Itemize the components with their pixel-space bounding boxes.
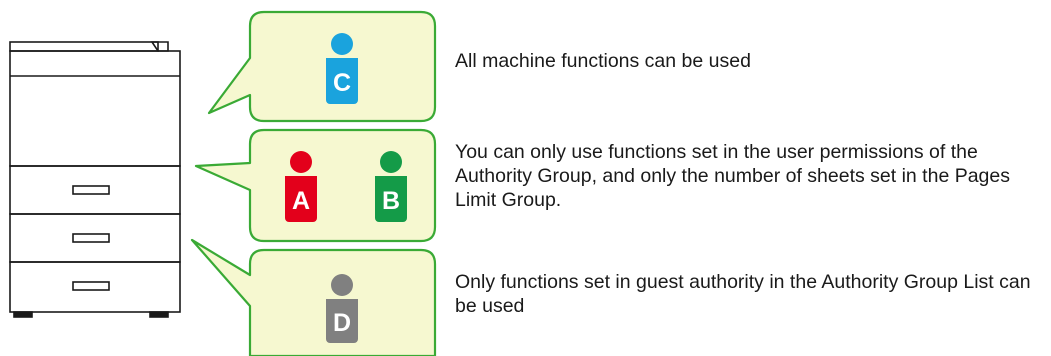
printer-foot-right — [149, 311, 169, 318]
bubble-d — [190, 238, 437, 356]
user-b-letter: B — [382, 187, 400, 215]
printer-illustration — [9, 41, 181, 318]
user-c-head — [331, 33, 353, 55]
user-b-head — [380, 151, 402, 173]
description-user-d: Only functions set in guest authority in… — [455, 271, 1031, 317]
printer-drawer-2-handle — [72, 233, 110, 243]
printer-drawer-2 — [9, 213, 181, 263]
printer-drawer-1-handle — [72, 185, 110, 195]
user-d-head — [331, 274, 353, 296]
printer-foot-left — [13, 311, 33, 318]
bubble-c — [207, 10, 437, 123]
user-a-letter: A — [292, 187, 310, 215]
user-d-letter: D — [333, 309, 351, 337]
printer-scanner-lid-tab — [150, 41, 169, 52]
description-user-c: All machine functions can be used — [455, 50, 751, 72]
printer-drawer-1 — [9, 165, 181, 215]
printer-body — [9, 50, 181, 167]
user-c-letter: C — [333, 69, 351, 97]
description-users-a-b: You can only use functions set in the us… — [455, 141, 1010, 211]
user-a-head — [290, 151, 312, 173]
printer-drawer-3-handle — [72, 281, 110, 291]
printer-scanner-lid — [9, 41, 159, 52]
printer-drawer-3 — [9, 261, 181, 313]
